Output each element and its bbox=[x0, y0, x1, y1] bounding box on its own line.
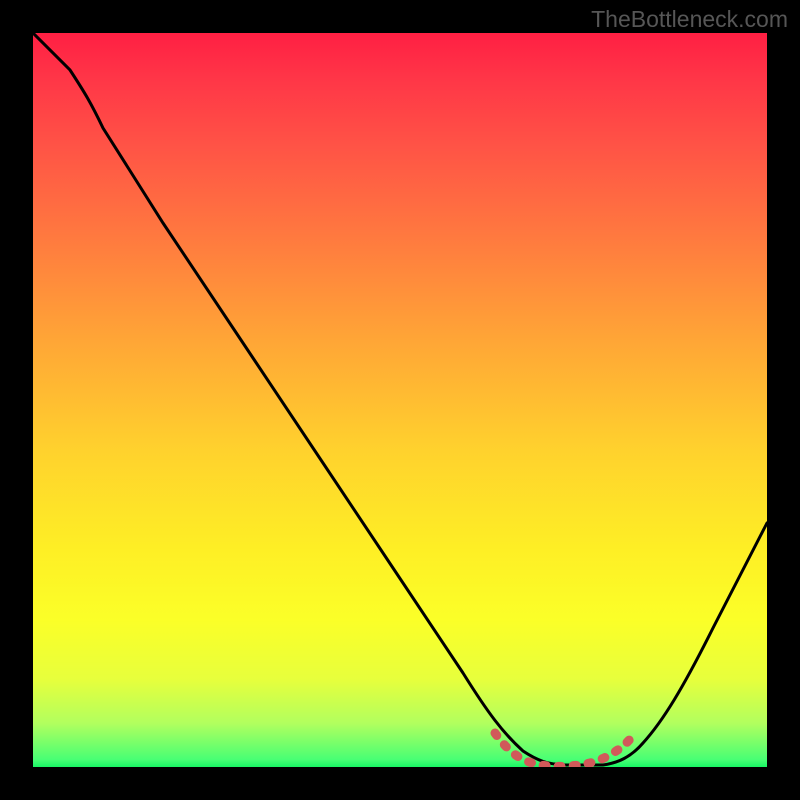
watermark-text: TheBottleneck.com bbox=[591, 6, 788, 33]
chart-svg bbox=[33, 33, 767, 767]
plot-area bbox=[33, 33, 767, 767]
main-curve-path bbox=[33, 33, 767, 765]
